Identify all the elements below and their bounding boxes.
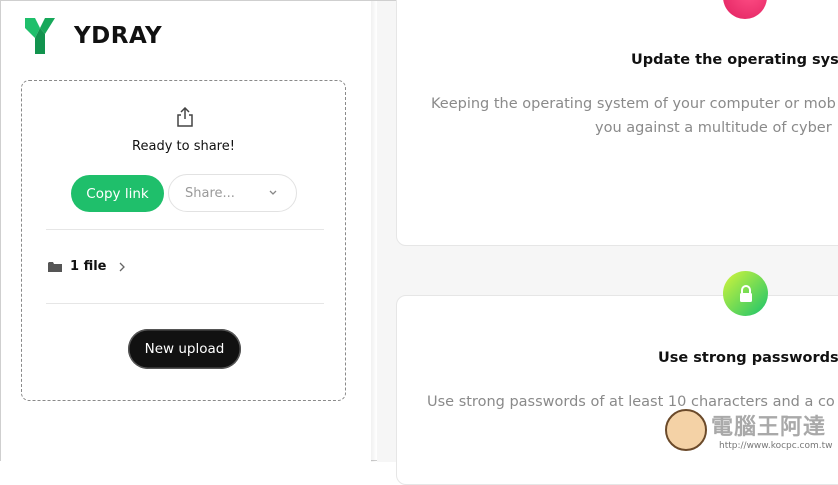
watermark: 電腦王阿達 http://www.kocpc.com.tw <box>659 403 838 461</box>
sidebar: YDRAY Ready to share! Copy link Share...… <box>1 1 371 462</box>
watermark-url: http://www.kocpc.com.tw <box>719 441 833 451</box>
ready-status: Ready to share! <box>132 139 235 154</box>
share-panel: Ready to share! Copy link Share... 1 fil… <box>21 80 346 401</box>
divider <box>46 303 324 304</box>
chevron-down-icon <box>269 190 277 195</box>
brand-logo[interactable]: YDRAY <box>25 16 162 56</box>
copy-link-button[interactable]: Copy link <box>71 175 164 212</box>
files-toggle[interactable]: 1 file <box>48 259 126 274</box>
tip-title: Update the operating syste <box>631 52 838 68</box>
divider <box>46 229 324 230</box>
panel-shadow <box>371 1 377 462</box>
tip-body: you against a multitude of cyber <box>595 120 832 136</box>
chevron-right-icon <box>120 262 126 271</box>
ydray-logo-icon <box>25 18 55 54</box>
mascot-face-icon <box>665 409 707 451</box>
folder-icon <box>48 261 62 272</box>
tip-body: Keeping the operating system of your com… <box>431 96 836 112</box>
share-dropdown-value: Share... <box>185 185 235 201</box>
files-count: 1 file <box>70 259 107 274</box>
new-upload-button[interactable]: New upload <box>128 329 241 369</box>
share-dropdown[interactable]: Share... <box>168 174 297 212</box>
brand-name: YDRAY <box>74 23 163 49</box>
tip-title: Use strong passwords <box>658 350 838 366</box>
lock-icon <box>723 271 768 316</box>
share-icon <box>177 107 193 127</box>
watermark-text: 電腦王阿達 <box>711 415 827 440</box>
